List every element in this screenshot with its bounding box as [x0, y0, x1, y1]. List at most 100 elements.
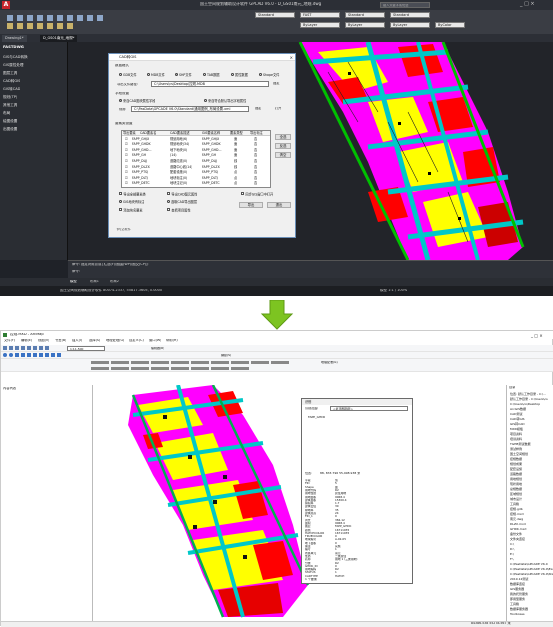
identify-field-table[interactable]: 字段值 FID 5 Shape 面用地代码 R2 用地性质 居住用地 用地面积 9068.4 建筑面…: [302, 479, 412, 579]
opt-export-all[interactable]: 导出全部要素类: [119, 192, 146, 197]
select-all-button[interactable]: 全选: [275, 134, 291, 140]
sidebar-item[interactable]: 规划(TP): [3, 94, 17, 100]
table-row[interactable]: ☑ FAPP_GHJX 规划用地(6) FAPP_GHJX 面否: [122, 137, 270, 142]
export-path-field[interactable]: C:\Users\cs\Desktop\控规.MDB: [151, 81, 269, 87]
field-group-label: 字段设置: [115, 92, 129, 95]
scale-dropdown[interactable]: 1:11,500: [67, 345, 105, 351]
sidebar-item[interactable]: 其他工具: [3, 102, 17, 108]
table-row[interactable]: ☑ FAPP_DLJJ 道路红线(0) FAPP_DLJJ 线否: [122, 159, 270, 164]
export-button[interactable]: 导出: [239, 202, 263, 208]
table-row[interactable]: ☑ FAPP_GHD... 地下地块(0) FAPP_GHD... 面否: [122, 148, 270, 153]
format-radio-gdb[interactable]: GDB文件: [119, 72, 137, 77]
table-group-label: 要素类设置: [115, 122, 133, 125]
opt-sync[interactable]: 同步GIS窗口中打开: [241, 192, 273, 197]
cad-search-input[interactable]: 键入关键字或短语: [380, 2, 430, 8]
table-row[interactable]: ☑ FAPP_GH (14) FAPP_GH 面否: [122, 153, 270, 158]
tools-icons[interactable]: [3, 353, 203, 358]
field-option-1[interactable]: 来自CAD图块属性字段: [119, 99, 155, 103]
window-controls[interactable]: _ □ ×: [520, 1, 535, 7]
identify-from-dropdown[interactable]: <最顶部图层>: [330, 406, 408, 411]
menu-help[interactable]: 帮助(H): [166, 339, 178, 342]
color-dropdown[interactable]: ByLayer: [300, 22, 340, 28]
menu-insert[interactable]: 插入(I): [72, 339, 82, 342]
table-row[interactable]: ☑ FAPP_PTSJ 配套设施(0) FAPP_PTSJ 点否: [122, 170, 270, 175]
multileader-style-dropdown[interactable]: Standard: [390, 12, 430, 18]
menu-customize[interactable]: 自定义(C): [129, 339, 144, 342]
catalog-item[interactable]: Toolboxes: [510, 612, 553, 617]
clear-select-button[interactable]: 清空: [275, 152, 291, 158]
tab-model[interactable]: 模型: [70, 280, 77, 283]
tools-toolbar: 捕捉(S): [1, 352, 553, 359]
cad-status-right[interactable]: 模型 1:1 / 100%: [380, 289, 407, 293]
cad-sidebar-panel: FASTDWG GIS与CAD转换 GIS属性处理 图层工具 CAD转GIS G…: [0, 42, 68, 260]
snapping-menu[interactable]: 捕捉(S): [221, 354, 231, 357]
menu-geoprocessing[interactable]: 地理处理(G): [106, 339, 124, 342]
exit-button[interactable]: 退出: [267, 202, 291, 208]
ribbon-tool-icons[interactable]: [5, 13, 245, 31]
plotstyle-dropdown[interactable]: ByColor: [435, 22, 465, 28]
toolbar-icons[interactable]: [3, 346, 63, 351]
catalog-panel[interactable]: 目录 位置: 默认工作目录 - C:\... 默认工作目录 - C:\Users\…: [506, 385, 553, 621]
opt-check[interactable]: 查看项目属性: [167, 208, 191, 213]
export-browse-button[interactable]: 指定: [273, 82, 280, 85]
menu-bookmarks[interactable]: 书签(B): [55, 339, 66, 342]
menu-selection[interactable]: 选择(S): [89, 339, 100, 342]
sidebar-item[interactable]: 图层工具: [3, 70, 17, 76]
format-radio-tab[interactable]: TAB数据: [203, 72, 219, 77]
sidebar-item[interactable]: GIS与CAD转换: [3, 54, 28, 60]
opt-export-layer[interactable]: 选取CAD导出图层: [167, 200, 197, 204]
table-row[interactable]: ☑ FAPP_DLZX 道路中心线(14) FAPP_DLZX 线否: [122, 165, 270, 170]
tab-layout2[interactable]: 布局2: [110, 280, 119, 283]
format-radio-mdb[interactable]: MDB文件: [147, 72, 165, 77]
map-view[interactable]: [93, 384, 506, 621]
opt-gis-tag[interactable]: GIS地块有标注: [119, 200, 144, 204]
table-of-contents[interactable]: 内容列表 HATCHCOLOR, TRUECOLOR16711680, 0,0F…: [1, 385, 93, 621]
identify-field-row[interactable]: CADTYPE HATCH: [305, 575, 411, 578]
sidebar-item[interactable]: GIS转CAD: [3, 86, 20, 92]
opt-export-dwg[interactable]: 导出CAD图元属性: [167, 192, 197, 197]
rule-specify-button[interactable]: 指定: [255, 107, 261, 110]
table-row[interactable]: ☑ FAPP_DLTJ 地块标注(0) FAPP_DLTJ 点否: [122, 176, 270, 181]
rule-open-button[interactable]: 打开: [275, 107, 281, 110]
menu-file[interactable]: 文件(F): [4, 339, 15, 342]
dialog-title-text: CAD转GIS: [119, 55, 137, 59]
table-header-row: 导出要素 CAD要素名 CAD要素描述 GIS要素名称 要素类型 导出标注: [122, 131, 270, 137]
editor-menu[interactable]: 编辑器(R): [151, 347, 164, 350]
invert-select-button[interactable]: 反选: [275, 143, 291, 149]
tab-drawing1[interactable]: Drawing1*: [2, 35, 27, 42]
sidebar-item[interactable]: 出图设置: [3, 126, 17, 132]
cad-document-tabs: Drawing1* D_GS01南元_地规*: [0, 34, 553, 42]
arcmap-title: 控规.MXD - ArcMap: [10, 333, 44, 336]
georef-menu[interactable]: 地理配准(G): [321, 361, 338, 364]
format-radio-shape[interactable]: Shape文件: [259, 72, 279, 77]
sidebar-item[interactable]: CAD转GIS: [3, 78, 20, 84]
format-radio-shp[interactable]: SHP文件: [175, 72, 192, 77]
opt-add-block[interactable]: 添加块名要素: [119, 208, 143, 213]
table-row[interactable]: ☑ FAPP_DETC 地块注记(0) FAPP_DETC 点否: [122, 181, 270, 186]
sidebar-title: FASTDWG: [3, 45, 24, 49]
rule-path-field[interactable]: C:\PasData\GPCADE V6.0\Standard\通用图例_布局设…: [131, 106, 249, 112]
command-line[interactable]: 命令: 指定对角点或 [栏选(F)/圈围(WP)/圈交(CP)]: 命令:: [68, 260, 553, 278]
catalog-title: 目录: [509, 386, 516, 389]
text-style-dropdown[interactable]: Standard: [255, 12, 295, 18]
linetype-dropdown[interactable]: ByLayer: [345, 22, 385, 28]
table-style-dropdown[interactable]: Standard: [345, 12, 385, 18]
tab-gs01[interactable]: D_GS01南元_地规*: [40, 35, 78, 42]
table-row[interactable]: ☑ FAPP_GHDK 规划地块(34) FAPP_GHDK 面否: [122, 142, 270, 147]
sidebar-item[interactable]: 绘图设置: [3, 118, 17, 124]
menu-view[interactable]: 视图(V): [38, 339, 49, 342]
autocad-logo-icon[interactable]: A: [2, 1, 10, 9]
field-option-2[interactable]: 来自符合默认导出字段属性: [204, 99, 246, 103]
identify-tree-item[interactable]: FAPP_GHDK: [308, 416, 325, 419]
sidebar-item[interactable]: GIS属性处理: [3, 62, 24, 68]
format-radio-attr[interactable]: 属性数据: [231, 72, 248, 77]
sidebar-item[interactable]: 布局: [3, 110, 10, 116]
gpcad-toolbar-icons[interactable]: [91, 360, 311, 371]
dialog-close-icon[interactable]: ×: [290, 54, 293, 61]
menu-edit[interactable]: 编辑(E): [21, 339, 32, 342]
tab-layout1[interactable]: 布局1: [90, 280, 99, 283]
feature-class-table[interactable]: 导出要素 CAD要素名 CAD要素描述 GIS要素名称 要素类型 导出标注 ☑ F…: [121, 130, 271, 188]
menu-windows[interactable]: 窗口(W): [149, 339, 161, 342]
dim-style-dropdown[interactable]: FAST: [300, 12, 340, 18]
lineweight-dropdown[interactable]: ByLayer: [390, 22, 430, 28]
